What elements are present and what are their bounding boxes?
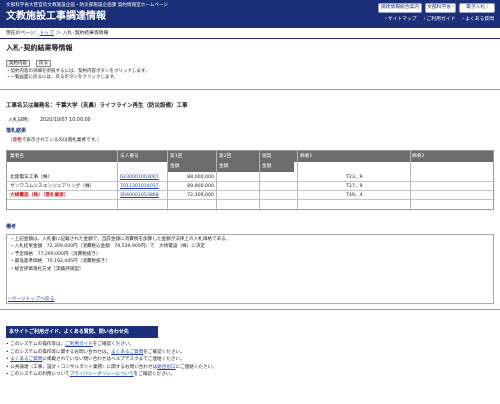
results-table: 業者名 法人番号 第1回 第2回 随契 摘要1 摘要2 金額 金額 金額 北陸電… [6, 150, 495, 211]
divider [0, 309, 500, 310]
winning-company-name: 大崎電設（株）（落札業者） [10, 193, 69, 198]
bid-date-label: 入札日時： [8, 118, 32, 123]
procurement-info-button[interactable]: 調達情報総合案内 [378, 3, 422, 13]
site-title[interactable]: 文教施設工事調達情報 [6, 11, 106, 24]
remark1-value: T23，9 [346, 175, 363, 180]
user-guide-link[interactable]: ご利用ガイド [65, 342, 93, 347]
divider [0, 38, 500, 39]
privacy-policy-link[interactable]: プライバシーポリシーについて [70, 372, 134, 377]
remark1-value: T27，9 [346, 184, 363, 189]
chevron-right-icon: › [384, 17, 387, 22]
breadcrumb-current: 入札･契約結果等情報 [62, 31, 109, 36]
breadcrumb-top-link[interactable]: トップ [39, 31, 53, 36]
bid-date: 入札日時： 2020/10/07 10:00:00 [8, 118, 91, 124]
sitemap-link[interactable]: ›サイトマップ [385, 17, 417, 23]
contract-details-button[interactable]: 契約内容 [6, 60, 30, 67]
company-name: 北陸電気工事（株） [10, 175, 53, 180]
mext-label: 文部科学省 [427, 5, 452, 10]
e-bidding-label: 電子入札 [465, 5, 486, 10]
corp-number-link[interactable]: 3040001053868 [120, 193, 159, 199]
header-amount-consult: 金額 [262, 164, 272, 169]
page-title: 入札･契約結果等情報 [6, 44, 73, 52]
breadcrumb-separator: ＞ [55, 31, 61, 36]
faq-link[interactable]: ›よくある質問 [462, 17, 494, 23]
results-section-title: 落札結果 [6, 128, 27, 134]
mext-button[interactable]: 文部科学省 › [425, 3, 456, 13]
remark-line: ・最低基準価格 70,192,445円（消費税抜き） [10, 259, 110, 265]
guide-item: よくあるご質問に掲載されていない問い合わせはヘルプデスクまでご連絡ください。 [6, 357, 494, 365]
bid-amount: 89,900,000 [187, 184, 214, 189]
remarks-section-title: 備考 [6, 224, 17, 230]
remarks-box: ・上記金額は，入札書に記載された金額で，当該金額に消費税を加算した金額が法律上の… [6, 234, 494, 304]
site-header: 文部科学省大臣官房文教施設企画・防災部施設企画課 契約情報室ホームページ 文教施… [0, 0, 500, 28]
company-name: サンワコムシスエンジニアリング（株） [10, 184, 95, 189]
page-top-link[interactable]: › ページトップへ戻る [8, 297, 55, 303]
winner-color-label: 赤色 [12, 138, 22, 143]
winner-note: （赤色で表示されているのは落札業者です。） [8, 138, 102, 143]
breadcrumb: 現在のページ：トップ＞入札･契約結果等情報 [6, 31, 108, 37]
instruction-line: ・契約内容の詳細を参照するには、契約内容ボタンをクリックします。 [6, 69, 150, 74]
corp-number-link[interactable]: 7011301014037 [120, 184, 159, 190]
instructions: ・契約内容の詳細を参照するには、契約内容ボタンをクリックします。 ・一覧画面に戻… [6, 69, 150, 80]
header-remark1: 摘要1 [300, 154, 313, 159]
breadcrumb-prefix: 現在のページ： [6, 31, 40, 36]
user-guide-link[interactable]: ›ご利用ガイド [424, 17, 456, 23]
table-subheader [167, 162, 294, 172]
remark-line: ・入札結果金額 72,309,000円（消費税込金額 79,539,900円）で… [10, 244, 206, 250]
guide-list: このシステムの操作等は，ご利用ガイドをご確認ください。 このシステムの操作等に関… [6, 342, 494, 380]
header-company: 業者名 [10, 154, 25, 159]
faq-link[interactable]: よくあるご質問 [111, 350, 143, 355]
back-button[interactable]: 戻る [36, 60, 51, 67]
arrow-icon: › [452, 5, 454, 10]
faq-link[interactable]: よくあるご質問 [10, 357, 42, 362]
project-title: 工事名又は業務名：千葉大学（亥鼻）ライフライン再生（防災設備）工事 [6, 103, 188, 109]
arrow-icon: › [486, 5, 489, 10]
header-links: ›サイトマップ ›ご利用ガイド ›よくある質問 [385, 17, 494, 23]
procurement-info-label: 調達情報総合案内 [380, 5, 420, 10]
header-amount-round1: 金額 [170, 164, 180, 169]
remark1-value: T49，4 [346, 193, 363, 198]
header-private-contract: 随契 [262, 154, 272, 159]
guide-section-title: 本サイトご利用ガイド、よくある質問、問い合わせ先 [6, 326, 158, 338]
header-corp-number: 法人番号 [120, 154, 139, 159]
header-amount-round2: 金額 [219, 164, 229, 169]
header-round1: 第1回 [170, 154, 183, 159]
chevron-right-icon: › [462, 17, 465, 22]
header-round2: 第2回 [219, 154, 232, 159]
row-divider [7, 190, 495, 191]
guide-item: このシステムの操作等は，ご利用ガイドをご確認ください。 [6, 342, 494, 350]
bid-amount: 72,309,000 [187, 193, 214, 198]
row-divider [7, 199, 495, 200]
remark-line: ・総合評価落札方式［実績評価型］ [10, 266, 84, 272]
divider [0, 89, 500, 90]
corp-number-link[interactable]: 6230001003007 [120, 175, 159, 181]
general-contact-link[interactable]: 総合窓口 [157, 365, 175, 370]
bid-date-value: 2020/10/07 10:00:00 [40, 118, 91, 123]
header-remark2: 摘要2 [412, 154, 425, 159]
site-subtitle: 文部科学省大臣官房文教施設企画・防災部施設企画課 契約情報室ホームページ [6, 3, 169, 8]
bid-amount: 88,000,000 [187, 175, 214, 180]
e-bidding-button[interactable]: 電子入札 › [459, 3, 495, 13]
instruction-line: ・一覧画面に戻るには、戻るボタンをクリックします。 [6, 74, 119, 80]
guide-item: このシステムの利用についてプライバシーポリシーについてをご確認ください。 [6, 372, 494, 380]
row-divider [7, 181, 495, 182]
